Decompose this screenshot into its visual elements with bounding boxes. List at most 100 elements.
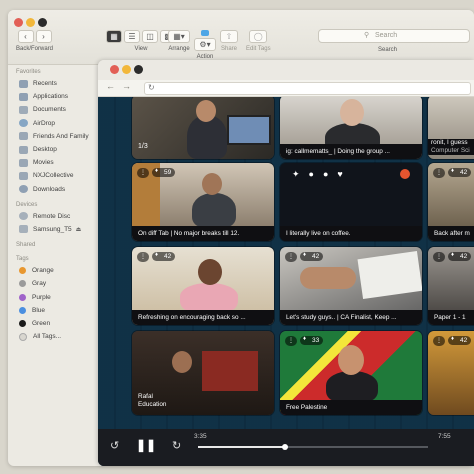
back-icon[interactable]: ← (106, 81, 115, 91)
action-group: ⚙▾ Action (194, 30, 216, 60)
pin-icon[interactable]: ⋮ (433, 252, 445, 262)
sidebar-tag-gray[interactable]: Gray (8, 277, 100, 290)
video-tile[interactable]: ⋮ 33 Free Palestine (280, 331, 422, 415)
sidebar-item-friends-and-family[interactable]: Friends And Family (8, 130, 100, 143)
close-window-icon[interactable] (110, 65, 119, 74)
total-time: 7:55 (438, 433, 451, 440)
sidebar-tag-purple[interactable]: Purple (8, 290, 100, 303)
document-icon (19, 105, 28, 114)
reload-icon[interactable]: ↻ (148, 83, 155, 92)
sidebar-item-desktop[interactable]: Desktop (8, 143, 100, 156)
video-tile[interactable]: ✦●●♥ I literally live on coffee. (280, 163, 422, 241)
sidebar-item-documents[interactable]: Documents (8, 103, 100, 116)
applications-icon (19, 92, 28, 101)
sidebar-item-movies[interactable]: Movies (8, 156, 100, 169)
sidebar-tag-all-tags[interactable]: All Tags... (8, 330, 100, 343)
search-label: Search (378, 47, 398, 53)
forward-icon[interactable]: → (122, 81, 131, 91)
back-button[interactable]: ‹ (17, 30, 34, 43)
sidebar-item-applications[interactable]: Applications (8, 90, 100, 103)
sidebar-item-label: AirDrop (33, 119, 56, 127)
video-tile[interactable]: ig: callmematts_ | Doing the group ... (280, 97, 422, 159)
replay-icon[interactable]: ↺ (110, 439, 119, 452)
viewer-count: 42 (448, 252, 472, 261)
zoom-window-icon[interactable] (134, 65, 143, 74)
video-tile[interactable]: ronit, I guess Computer Sci (428, 97, 474, 159)
person-head (198, 259, 222, 285)
drive-icon (19, 225, 28, 234)
downloads-icon (19, 185, 28, 194)
tag-dot-icon (19, 319, 26, 327)
minimize-window-icon[interactable] (26, 18, 35, 27)
tile-caption-block: Rafal Education (138, 393, 166, 409)
video-tile[interactable]: Rafal Education (132, 331, 274, 415)
pin-icon[interactable]: ⋮ (137, 168, 149, 178)
sidebar-item-samsung-t5[interactable]: Samsung_T5 ⏏ (8, 223, 100, 236)
progress-bar[interactable] (198, 444, 428, 450)
column-view-button[interactable]: ◫ (142, 30, 158, 43)
video-tile[interactable]: ⋮ 42 (428, 331, 474, 415)
close-window-icon[interactable] (14, 18, 23, 27)
sidebar-item-label: Recents (33, 80, 57, 88)
video-tile[interactable]: ⋮ 42 Paper 1 - 1 (428, 247, 474, 325)
progress-knob[interactable] (282, 444, 289, 450)
tile-action-icons[interactable]: ✦●●♥ (292, 169, 352, 180)
list-view-button[interactable]: ☰ (124, 30, 140, 43)
tile-caption: Paper 1 - 1 (428, 310, 474, 325)
pin-icon[interactable]: ⋮ (137, 252, 149, 262)
video-tile[interactable]: ⋮ 59 On diff Tab | No major breaks till … (132, 163, 274, 241)
finder-sidebar: Favorites Recents Applications Documents… (8, 65, 100, 466)
sidebar-item-downloads[interactable]: Downloads (8, 183, 100, 196)
sidebar-item-recents[interactable]: Recents (8, 77, 100, 90)
current-time: 3:35 (194, 433, 207, 440)
sidebar-tag-green[interactable]: Green (8, 317, 100, 330)
sign-shape (202, 351, 258, 391)
tile-caption: Rafal (138, 393, 153, 400)
sidebar-item-nxjcollective[interactable]: NXJCollective (8, 169, 100, 182)
sidebar-item-label: Documents (33, 106, 66, 114)
video-tile[interactable]: ⋮ 42 Let's study guys.. | CA Finalist, K… (280, 247, 422, 325)
video-tile[interactable]: ⋮ 42 Refreshing on encouraging back so .… (132, 247, 274, 325)
action-icon (201, 30, 209, 36)
view-group: ▦ ☰ ◫ ▩ View (106, 30, 176, 52)
sidebar-tag-orange[interactable]: Orange (8, 264, 100, 277)
tile-caption: ig: callmematts_ | Doing the group ... (280, 144, 422, 159)
pin-icon[interactable]: ⋮ (285, 336, 297, 346)
edit-tags-button[interactable]: ◯ (249, 30, 268, 43)
browser-window: ← → ↻ 1/3 ig: callmematts_ | Doing the g… (98, 60, 474, 466)
zoom-window-icon[interactable] (38, 18, 47, 27)
pin-icon[interactable]: ⋮ (433, 168, 445, 178)
icon-view-button[interactable]: ▦ (106, 30, 122, 43)
eject-icon[interactable]: ⏏ (76, 226, 82, 233)
forward-icon[interactable]: ↻ (172, 439, 181, 452)
video-tile[interactable]: 1/3 (132, 97, 274, 159)
video-tile[interactable]: ⋮ 42 Back after m (428, 163, 474, 241)
url-input[interactable]: ↻ (144, 82, 471, 95)
share-button[interactable]: ⇧ (220, 30, 238, 43)
sidebar-item-remote-disc[interactable]: Remote Disc (8, 210, 100, 223)
viewer-count: 42 (152, 252, 176, 261)
person-figure (192, 193, 236, 227)
pin-icon[interactable]: ⋮ (433, 336, 445, 346)
back-forward-label: Back/Forward (16, 46, 54, 52)
person-head (340, 99, 364, 126)
pin-icon[interactable]: ⋮ (285, 252, 297, 262)
live-dot-icon (400, 169, 410, 179)
arrange-label: Arrange (168, 46, 190, 52)
forward-button[interactable]: › (35, 30, 52, 43)
search-input[interactable]: ⚲ Search (318, 29, 470, 43)
share-group: ⇧ Share (220, 30, 238, 52)
sidebar-item-airdrop[interactable]: AirDrop (8, 117, 100, 130)
tag-dot-icon (19, 332, 27, 341)
airdrop-icon (19, 119, 28, 128)
action-button[interactable]: ⚙▾ (194, 38, 216, 51)
viewer-count: 42 (448, 336, 472, 345)
sidebar-item-label: Purple (32, 293, 51, 301)
arrange-button[interactable]: ▦▾ (168, 30, 190, 43)
tile-caption: Refreshing on encouraging back so ... (132, 310, 274, 325)
sidebar-item-label: NXJCollective (33, 172, 74, 180)
minimize-window-icon[interactable] (122, 65, 131, 74)
sidebar-tag-blue[interactable]: Blue (8, 304, 100, 317)
pause-icon[interactable]: ❚❚ (136, 438, 156, 452)
person-head (172, 351, 192, 373)
